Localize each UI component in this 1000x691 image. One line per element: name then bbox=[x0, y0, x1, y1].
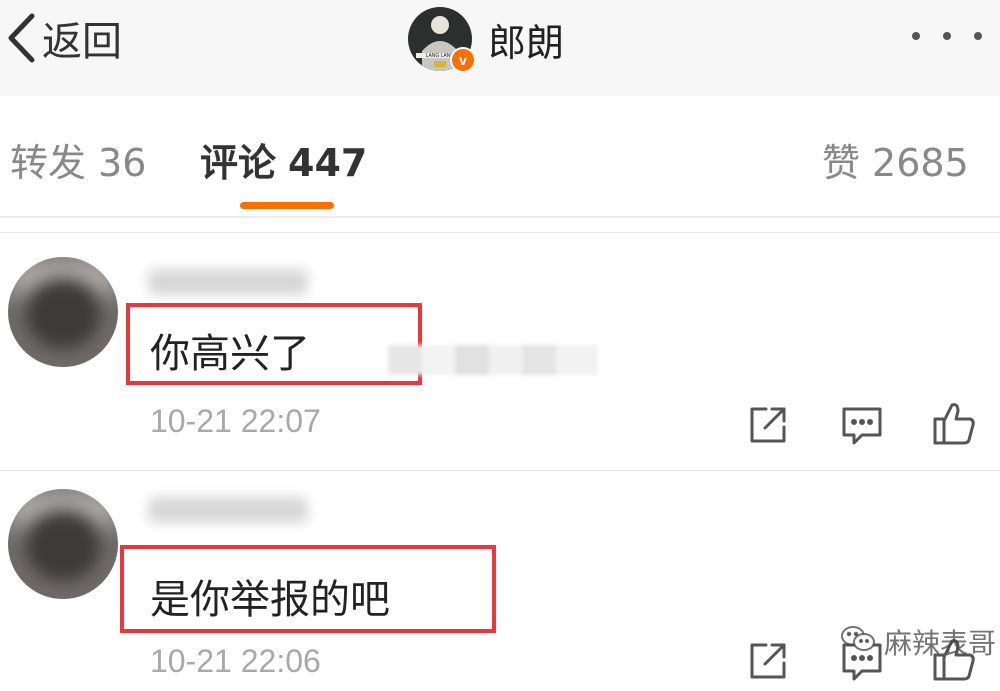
pixelated-redaction bbox=[388, 345, 598, 375]
more-dots-icon[interactable] bbox=[912, 24, 982, 48]
tab-count: 2685 bbox=[872, 141, 969, 185]
tab-label: 评论 bbox=[200, 141, 277, 185]
share-icon[interactable] bbox=[746, 639, 790, 683]
blurred-username[interactable] bbox=[148, 269, 308, 295]
back-button[interactable]: 返回 bbox=[6, 10, 122, 66]
wechat-icon bbox=[840, 624, 884, 661]
chevron-left-icon bbox=[6, 12, 36, 64]
tab-label: 赞 bbox=[822, 141, 861, 185]
comment-text: 是你举报的吧 bbox=[150, 577, 390, 623]
watermark: 麻辣表哥 bbox=[840, 622, 996, 662]
profile-name: 郎朗 bbox=[488, 20, 565, 65]
comment-timestamp: 10-21 22:07 bbox=[150, 403, 321, 439]
comment-timestamp: 10-21 22:06 bbox=[150, 643, 321, 679]
tab-count: 36 bbox=[98, 141, 147, 185]
avatar: LANG LANG v bbox=[408, 7, 476, 73]
comment-text: 你高兴了 bbox=[150, 331, 310, 377]
profile-link[interactable]: LANG LANG v 郎朗 bbox=[408, 6, 565, 73]
tab-likes[interactable]: 赞 2685 bbox=[822, 132, 969, 187]
blurred-username[interactable] bbox=[148, 497, 308, 523]
back-label: 返回 bbox=[42, 19, 122, 65]
like-icon[interactable] bbox=[932, 399, 976, 445]
tab-count: 447 bbox=[288, 141, 368, 185]
nav-header: 返回 LANG LANG v 郎朗 bbox=[0, 0, 1000, 97]
comment-item: 你高兴了 10-21 22:07 bbox=[0, 232, 1000, 471]
tab-comments[interactable]: 评论 447 bbox=[200, 132, 367, 187]
tab-bar: 转发 36 评论 447 赞 2685 bbox=[0, 96, 1000, 218]
tab-reposts[interactable]: 转发 36 bbox=[10, 132, 146, 187]
reply-icon[interactable] bbox=[840, 403, 884, 447]
active-tab-indicator bbox=[240, 202, 334, 209]
share-icon[interactable] bbox=[746, 403, 790, 447]
tab-label: 转发 bbox=[10, 141, 87, 185]
watermark-text: 麻辣表哥 bbox=[884, 627, 997, 660]
verified-badge-icon: v bbox=[450, 47, 476, 73]
commenter-avatar[interactable] bbox=[8, 489, 118, 599]
commenter-avatar[interactable] bbox=[8, 257, 118, 367]
